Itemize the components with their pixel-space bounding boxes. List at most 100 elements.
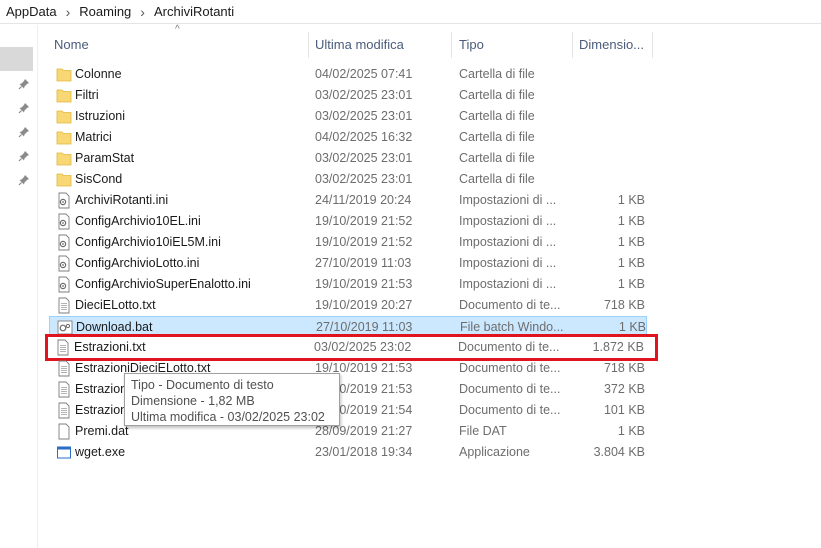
file-type: Impostazioni di ... bbox=[459, 193, 557, 207]
ini-file-icon bbox=[58, 213, 70, 230]
ini-file-icon bbox=[58, 255, 70, 272]
ini-file-icon bbox=[58, 276, 70, 293]
file-type: Documento di te... bbox=[459, 403, 561, 417]
file-size: 101 KB bbox=[603, 403, 645, 417]
file-row[interactable]: Download.bat 27/10/2019 11:03 File batch W… bbox=[49, 316, 647, 337]
ini-file-icon bbox=[58, 234, 70, 251]
nav-selected-item[interactable] bbox=[0, 47, 33, 71]
file-size: 372 KB bbox=[603, 382, 645, 396]
file-size: 1 KB bbox=[617, 277, 645, 291]
pin-icon[interactable] bbox=[18, 126, 30, 138]
file-modified: 04/02/2025 07:41 bbox=[315, 67, 413, 81]
file-size: 1 KB bbox=[617, 424, 645, 438]
text-file-icon bbox=[58, 381, 70, 398]
file-size: 1 KB bbox=[617, 214, 645, 228]
breadcrumb-item-archivirotanti[interactable]: ArchiviRotanti bbox=[154, 4, 234, 19]
file-size bbox=[569, 127, 645, 148]
file-name: Filtri bbox=[75, 88, 99, 102]
file-row[interactable]: Estrazioni.txt 03/02/2025 23:02 Documento … bbox=[45, 334, 658, 361]
breadcrumb: AppData › Roaming › ArchiviRotanti bbox=[0, 0, 821, 24]
file-name: Matrici bbox=[75, 130, 112, 144]
column-divider[interactable] bbox=[308, 32, 309, 58]
column-header-name[interactable]: Nome bbox=[54, 30, 304, 60]
file-modified: 03/02/2025 23:01 bbox=[315, 109, 413, 123]
file-row[interactable]: ArchiviRotanti.ini 24/11/2019 20:24 Impost… bbox=[49, 190, 647, 211]
file-modified: 03/02/2025 23:01 bbox=[315, 88, 413, 102]
pin-icon[interactable] bbox=[18, 78, 30, 90]
pin-icon[interactable] bbox=[18, 174, 30, 186]
column-divider[interactable] bbox=[652, 32, 653, 58]
file-size: 718 KB bbox=[603, 298, 645, 312]
file-row[interactable]: ConfigArchivio10iEL5M.ini 19/10/2019 21:5… bbox=[49, 232, 647, 253]
file-type: Documento di te... bbox=[459, 361, 561, 375]
file-type: Impostazioni di ... bbox=[459, 214, 557, 228]
file-type: Cartella di file bbox=[459, 109, 535, 123]
file-type: Cartella di file bbox=[459, 151, 535, 165]
pin-icon[interactable] bbox=[18, 150, 30, 162]
file-size bbox=[569, 148, 645, 169]
folder-icon bbox=[56, 68, 72, 82]
file-size bbox=[569, 85, 645, 106]
file-type: Documento di te... bbox=[459, 382, 561, 396]
file-size: 1 KB bbox=[617, 235, 645, 249]
text-file-icon bbox=[57, 339, 69, 356]
file-type: File DAT bbox=[459, 424, 507, 438]
file-size bbox=[569, 106, 645, 127]
file-modified: 27/10/2019 11:03 bbox=[316, 320, 413, 334]
file-type: Impostazioni di ... bbox=[459, 235, 557, 249]
file-row[interactable]: DieciELotto.txt 19/10/2019 20:27 Documento… bbox=[49, 295, 647, 316]
file-size: 1 KB bbox=[617, 193, 645, 207]
file-row[interactable]: ConfigArchivioLotto.ini 27/10/2019 11:03 I… bbox=[49, 253, 647, 274]
file-modified: 04/02/2025 16:32 bbox=[315, 130, 413, 144]
folder-icon bbox=[56, 152, 72, 166]
file-size: 3.804 KB bbox=[593, 445, 645, 459]
file-row[interactable]: Colonne 04/02/2025 07:41 Cartella di file bbox=[49, 64, 647, 85]
file-row[interactable]: ConfigArchivio10EL.ini 19/10/2019 21:52 Im… bbox=[49, 211, 647, 232]
file-name: Download.bat bbox=[76, 320, 153, 334]
file-type: Documento di te... bbox=[459, 298, 561, 312]
ini-file-icon bbox=[58, 192, 70, 209]
file-row[interactable]: wget.exe 23/01/2018 19:34 Applicazione 3.80… bbox=[49, 442, 647, 463]
data-file-icon bbox=[58, 423, 70, 440]
file-modified: 19/10/2019 21:53 bbox=[315, 277, 413, 291]
file-name: ConfigArchivioLotto.ini bbox=[75, 256, 200, 270]
exe-file-icon bbox=[57, 446, 71, 459]
column-header-type[interactable]: Tipo bbox=[459, 30, 569, 60]
column-header-modified[interactable]: Ultima modifica bbox=[315, 30, 450, 60]
column-divider[interactable] bbox=[572, 32, 573, 58]
file-modified: 03/02/2025 23:01 bbox=[315, 151, 413, 165]
file-row[interactable]: ParamStat 03/02/2025 23:01 Cartella di fil… bbox=[49, 148, 647, 169]
file-name: Estrazioni.txt bbox=[74, 340, 146, 354]
file-type: Cartella di file bbox=[459, 172, 535, 186]
batch-file-icon bbox=[57, 320, 73, 335]
file-row[interactable]: Filtri 03/02/2025 23:01 Cartella di file bbox=[49, 85, 647, 106]
file-name: DieciELotto.txt bbox=[75, 298, 156, 312]
file-row[interactable]: SisCond 03/02/2025 23:01 Cartella di file bbox=[49, 169, 647, 190]
column-divider[interactable] bbox=[451, 32, 452, 58]
file-name: ConfigArchivio10iEL5M.ini bbox=[75, 235, 221, 249]
column-header-bar: ^ Nome Ultima modifica Tipo Dimensio... bbox=[37, 24, 657, 60]
breadcrumb-item-appdata[interactable]: AppData bbox=[6, 4, 57, 19]
file-size: 1 KB bbox=[617, 256, 645, 270]
file-name: ParamStat bbox=[75, 151, 135, 165]
folder-icon bbox=[56, 89, 72, 103]
chevron-right-icon[interactable]: › bbox=[66, 5, 71, 19]
pin-icon[interactable] bbox=[18, 102, 30, 114]
file-type: Cartella di file bbox=[459, 88, 535, 102]
file-modified: 03/02/2025 23:01 bbox=[315, 172, 413, 186]
file-size: 1 KB bbox=[618, 320, 646, 334]
chevron-right-icon[interactable]: › bbox=[140, 5, 145, 19]
file-size bbox=[569, 169, 645, 190]
file-row[interactable]: Istruzioni 03/02/2025 23:01 Cartella di fi… bbox=[49, 106, 647, 127]
tooltip-size: Dimensione - 1,82 MB bbox=[131, 394, 255, 408]
file-name: ArchiviRotanti.ini bbox=[75, 193, 169, 207]
text-file-icon bbox=[58, 360, 70, 377]
breadcrumb-item-roaming[interactable]: Roaming bbox=[79, 4, 131, 19]
tooltip-type: Tipo - Documento di testo bbox=[131, 378, 274, 392]
column-header-size[interactable]: Dimensio... bbox=[579, 30, 651, 60]
folder-icon bbox=[56, 110, 72, 124]
file-row[interactable]: ConfigArchivioSuperEnalotto.ini 19/10/201… bbox=[49, 274, 647, 295]
file-name: ConfigArchivio10EL.ini bbox=[75, 214, 201, 228]
file-row[interactable]: Matrici 04/02/2025 16:32 Cartella di file bbox=[49, 127, 647, 148]
file-tooltip: Tipo - Documento di testo Dimensione - 1… bbox=[124, 373, 340, 426]
